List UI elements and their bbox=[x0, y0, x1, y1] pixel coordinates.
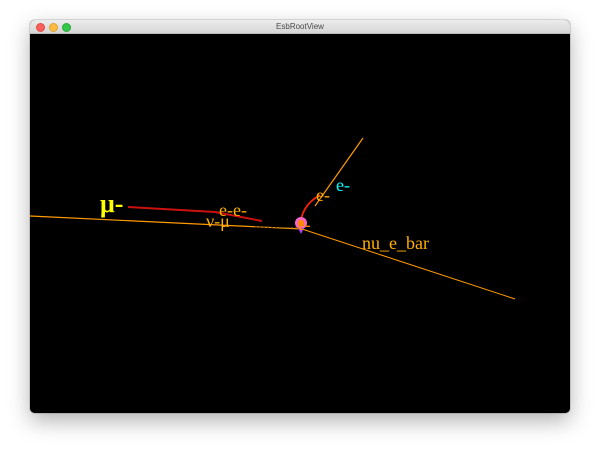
orange-track-left bbox=[30, 215, 303, 230]
cyan-electron-label: e- bbox=[336, 175, 350, 195]
nu-e-bar-label: nu_e_bar bbox=[362, 233, 429, 253]
vertex-tag-label: e- bbox=[298, 217, 310, 234]
window-title: EsbRootView bbox=[276, 22, 324, 31]
nu-mu-label: ν-μ bbox=[206, 211, 230, 231]
title-bar[interactable]: EsbRootView bbox=[30, 20, 570, 34]
event-display-canvas[interactable]: μ- e-e- ν-μ e- e- e- nu_e_bar bbox=[30, 34, 570, 413]
vertex-e-label: e- bbox=[316, 185, 330, 205]
app-window: EsbRootView μ- e-e- ν-μ e- e- e- nu_e_ba… bbox=[30, 20, 570, 413]
muon-label: μ- bbox=[100, 189, 123, 218]
event-display-viewport[interactable]: μ- e-e- ν-μ e- e- e- nu_e_bar bbox=[30, 34, 570, 413]
